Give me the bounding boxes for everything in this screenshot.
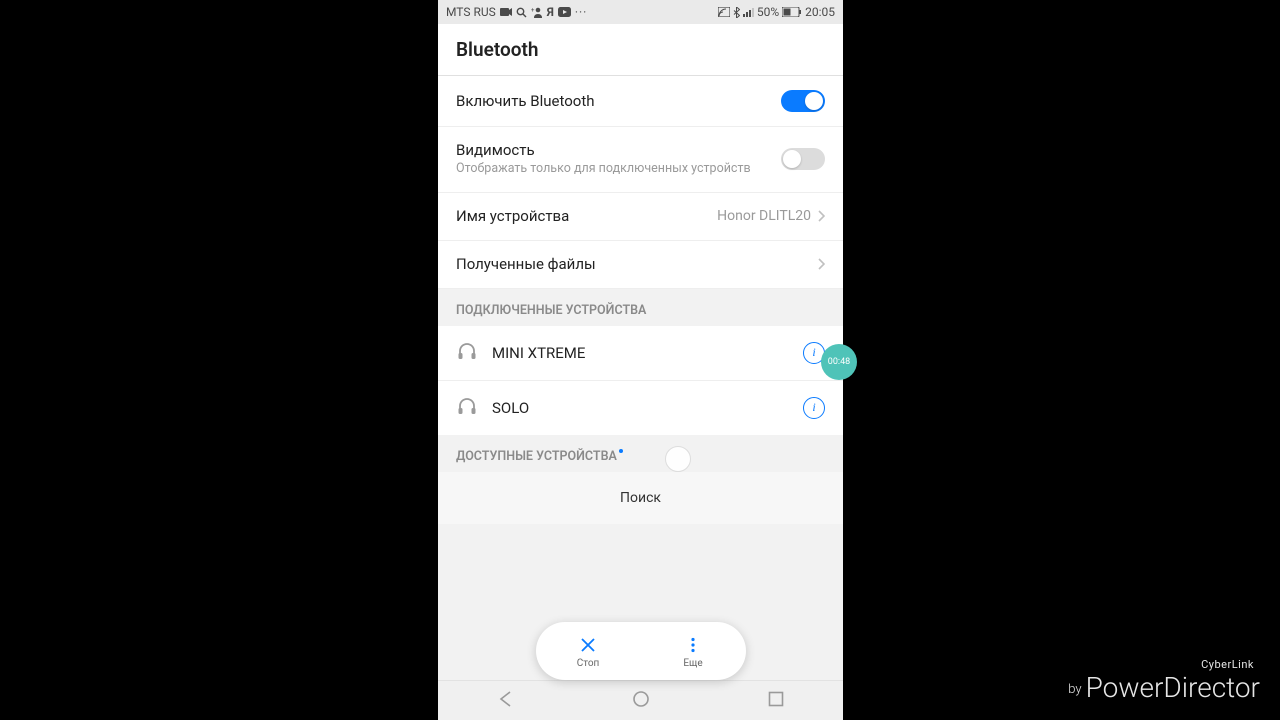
headphones-icon — [456, 395, 478, 421]
device-name-label: Имя устройства — [456, 207, 717, 225]
device-row[interactable]: MINI XTREME i — [438, 326, 843, 381]
headphones-icon — [456, 340, 478, 366]
person-add-icon: + — [531, 7, 543, 18]
nav-home-button[interactable] — [612, 684, 670, 718]
screen-header: Bluetooth — [438, 24, 843, 76]
device-name-value: Honor DLITL20 — [717, 208, 811, 224]
connected-devices-list: MINI XTREME i SOLO i — [438, 326, 843, 435]
status-bar: MTS RUS + Я ··· — [438, 0, 843, 24]
watermark-product: PowerDirector — [1086, 671, 1260, 704]
cast-icon — [718, 7, 730, 17]
received-label: Полученные файлы — [456, 255, 817, 273]
page-title: Bluetooth — [456, 38, 825, 61]
enable-label: Включить Bluetooth — [456, 92, 781, 110]
device-name: MINI XTREME — [492, 344, 789, 362]
visibility-label: Видимость — [456, 141, 781, 159]
youtube-icon — [558, 7, 571, 17]
watermark-brand: CyberLink — [1068, 658, 1254, 671]
carrier-label: MTS RUS — [446, 5, 496, 19]
svg-text:+: + — [531, 7, 535, 14]
searching-label: Поиск — [438, 472, 843, 524]
section-connected: ПОДКЛЮЧЕННЫЕ УСТРОЙСТВА — [438, 289, 843, 326]
badge-time: 00:48 — [828, 357, 850, 367]
touch-indicator-icon — [665, 446, 691, 472]
row-received-files[interactable]: Полученные файлы — [438, 241, 843, 289]
row-visibility[interactable]: Видимость Отображать только для подключе… — [438, 127, 843, 193]
visibility-sub: Отображать только для подключенных устро… — [456, 161, 781, 178]
stop-button[interactable]: Стоп — [536, 622, 641, 680]
more-label: Еще — [683, 658, 702, 669]
device-row[interactable]: SOLO i — [438, 381, 843, 435]
more-vertical-icon — [684, 634, 702, 656]
row-device-name[interactable]: Имя устройства Honor DLITL20 — [438, 193, 843, 241]
chevron-right-icon — [817, 207, 825, 226]
row-enable-bluetooth[interactable]: Включить Bluetooth — [438, 76, 843, 127]
more-icon: ··· — [575, 5, 587, 19]
nav-recents-button[interactable] — [748, 685, 804, 717]
watermark: CyberLink by PowerDirector — [1068, 658, 1260, 704]
watermark-by: by — [1068, 682, 1081, 697]
yandex-icon: Я — [547, 5, 554, 19]
bottom-toolbar: Стоп Еще — [536, 622, 746, 680]
section-available: ДОСТУПНЫЕ УСТРОЙСТВА — [438, 435, 843, 472]
device-info-button[interactable]: i — [803, 397, 825, 419]
stop-label: Стоп — [577, 658, 600, 669]
android-navbar — [438, 680, 843, 720]
close-icon — [579, 634, 597, 656]
bluetooth-icon — [733, 7, 740, 18]
more-button[interactable]: Еще — [641, 622, 746, 680]
device-name: SOLO — [492, 399, 789, 417]
recording-badge[interactable]: 00:48 — [821, 344, 857, 380]
time-label: 20:05 — [805, 5, 835, 19]
chevron-right-icon — [817, 255, 825, 274]
bluetooth-toggle[interactable] — [781, 90, 825, 112]
visibility-toggle[interactable] — [781, 148, 825, 170]
search-icon — [516, 7, 527, 18]
nav-back-button[interactable] — [477, 684, 535, 718]
phone-frame: MTS RUS + Я ··· — [438, 0, 843, 720]
battery-icon — [782, 7, 802, 17]
camera-icon — [500, 7, 512, 17]
signal-icon — [743, 7, 754, 17]
settings-content[interactable]: Включить Bluetooth Видимость Отображать … — [438, 76, 843, 680]
scanning-indicator-icon — [619, 449, 623, 453]
battery-label: 50% — [757, 5, 779, 19]
